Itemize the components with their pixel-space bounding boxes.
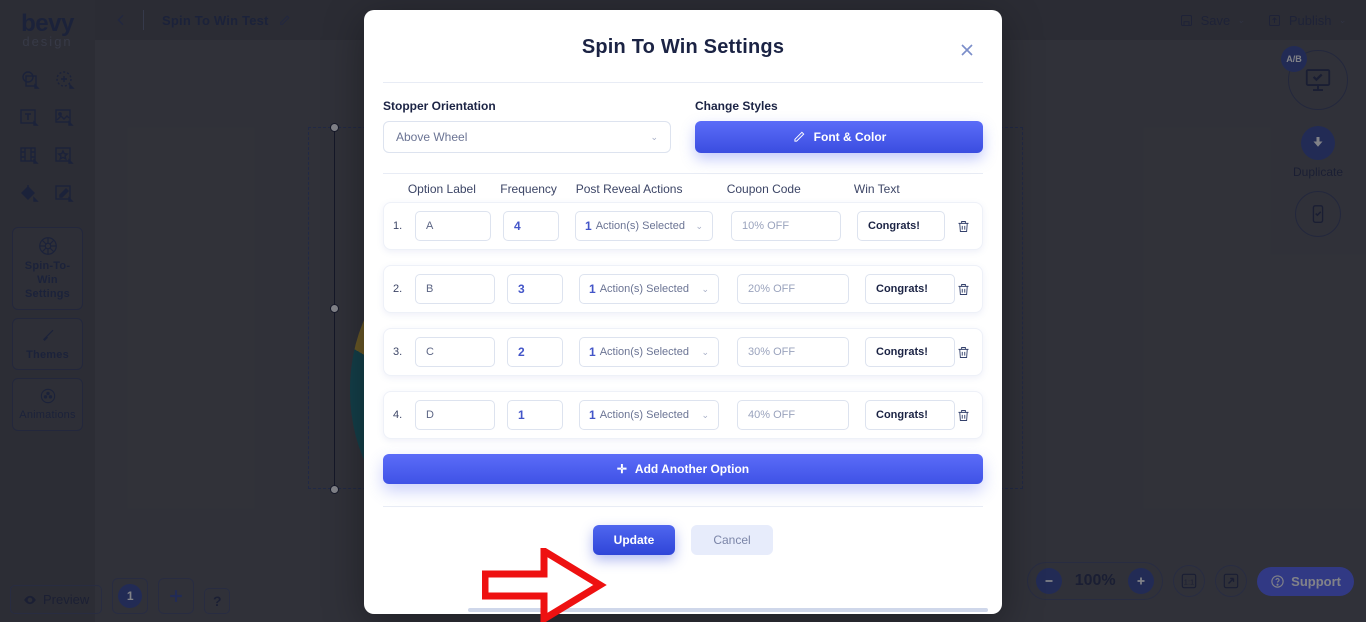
cancel-button[interactable]: Cancel <box>691 525 773 555</box>
table-row: 1. A 4 1 Action(s) Selected ⌄ 10% OFF Co… <box>383 202 983 250</box>
action-text: Action(s) Selected <box>595 220 685 232</box>
header-option-label: Option Label <box>407 182 476 196</box>
settings-form-row: Stopper Orientation Above Wheel ⌄ Change… <box>364 83 1002 173</box>
option-label-input[interactable]: C <box>415 337 495 367</box>
stopper-orientation-field: Stopper Orientation Above Wheel ⌄ <box>383 99 671 153</box>
row-index: 2. <box>393 283 403 295</box>
modal-header: Spin To Win Settings <box>364 10 1002 82</box>
font-and-color-button[interactable]: Font & Color <box>695 121 983 153</box>
chevron-down-icon: ⌄ <box>701 409 709 420</box>
header-post-reveal-actions: Post Reveal Actions <box>575 182 683 196</box>
win-text-input[interactable]: Congrats! <box>857 211 945 241</box>
header-win-text: Win Text <box>853 182 900 196</box>
coupon-code-input[interactable]: 20% OFF <box>737 274 849 304</box>
action-text: Action(s) Selected <box>599 409 689 421</box>
options-table: Option Label Frequency Post Reveal Actio… <box>364 174 1002 439</box>
header-coupon-code: Coupon Code <box>726 182 801 196</box>
stopper-orientation-select[interactable]: Above Wheel ⌄ <box>383 121 671 153</box>
update-button[interactable]: Update <box>593 525 675 555</box>
action-count: 1 <box>589 408 596 422</box>
table-row: 3. C 2 1 Action(s) Selected ⌄ 30% OFF Co… <box>383 328 983 376</box>
stopper-orientation-value: Above Wheel <box>396 130 468 144</box>
modal-title: Spin To Win Settings <box>581 36 785 58</box>
table-header-row: Option Label Frequency Post Reveal Actio… <box>383 174 983 202</box>
coupon-code-input[interactable]: 40% OFF <box>737 400 849 430</box>
action-text: Action(s) Selected <box>599 283 689 295</box>
modal-footer: Update Cancel <box>364 507 1002 555</box>
frequency-input[interactable]: 3 <box>507 274 563 304</box>
row-index: 1. <box>393 220 403 232</box>
delete-row-button[interactable] <box>956 282 973 297</box>
option-label-input[interactable]: B <box>415 274 495 304</box>
option-label-input[interactable]: A <box>415 211 491 241</box>
modal-scrollbar[interactable] <box>468 608 988 612</box>
frequency-input[interactable]: 4 <box>503 211 559 241</box>
win-text-input[interactable]: Congrats! <box>865 400 955 430</box>
chevron-down-icon: ⌄ <box>650 131 658 142</box>
action-count: 1 <box>589 345 596 359</box>
delete-row-button[interactable] <box>956 408 973 423</box>
app-root: bevy design <box>0 0 1366 622</box>
frequency-input[interactable]: 2 <box>507 337 563 367</box>
table-row: 4. D 1 1 Action(s) Selected ⌄ 40% OFF Co… <box>383 391 983 439</box>
table-row: 2. B 3 1 Action(s) Selected ⌄ 20% OFF Co… <box>383 265 983 313</box>
frequency-input[interactable]: 1 <box>507 400 563 430</box>
post-reveal-actions-dropdown[interactable]: 1 Action(s) Selected ⌄ <box>579 274 719 304</box>
change-styles-field: Change Styles Font & Color <box>695 99 983 153</box>
coupon-code-input[interactable]: 30% OFF <box>737 337 849 367</box>
close-button[interactable] <box>954 37 980 63</box>
action-text: Action(s) Selected <box>599 346 689 358</box>
coupon-code-input[interactable]: 10% OFF <box>731 211 841 241</box>
post-reveal-actions-dropdown[interactable]: 1 Action(s) Selected ⌄ <box>579 337 719 367</box>
pencil-icon <box>794 131 805 142</box>
delete-row-button[interactable] <box>956 345 973 360</box>
stopper-orientation-label: Stopper Orientation <box>383 99 496 113</box>
add-another-option-button[interactable]: ✛ Add Another Option <box>383 454 983 484</box>
win-text-input[interactable]: Congrats! <box>865 337 955 367</box>
win-text-input[interactable]: Congrats! <box>865 274 955 304</box>
row-index: 4. <box>393 409 403 421</box>
post-reveal-actions-dropdown[interactable]: 1 Action(s) Selected ⌄ <box>575 211 713 241</box>
trash-icon <box>958 409 969 421</box>
trash-icon <box>958 346 969 358</box>
chevron-down-icon: ⌄ <box>701 346 709 357</box>
chevron-down-icon: ⌄ <box>695 220 703 231</box>
spin-to-win-settings-modal: Spin To Win Settings Stopper Orientation… <box>364 10 1002 614</box>
header-frequency: Frequency <box>500 182 557 196</box>
row-index: 3. <box>393 346 403 358</box>
trash-icon <box>958 283 969 295</box>
chevron-down-icon: ⌄ <box>701 283 709 294</box>
font-and-color-label: Font & Color <box>813 130 887 144</box>
close-icon <box>961 44 973 56</box>
action-count: 1 <box>589 282 596 296</box>
option-label-input[interactable]: D <box>415 400 495 430</box>
plus-icon: ✛ <box>616 462 627 476</box>
add-another-option-label: Add Another Option <box>634 462 750 476</box>
delete-row-button[interactable] <box>956 219 973 234</box>
change-styles-label: Change Styles <box>695 99 778 113</box>
action-count: 1 <box>585 219 592 233</box>
trash-icon <box>958 220 969 232</box>
post-reveal-actions-dropdown[interactable]: 1 Action(s) Selected ⌄ <box>579 400 719 430</box>
